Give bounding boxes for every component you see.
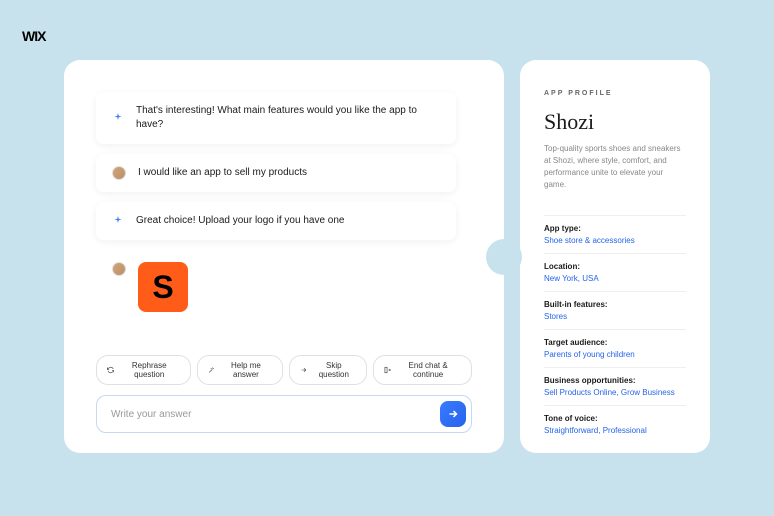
- field-value[interactable]: Sell Products Online, Grow Business: [544, 388, 686, 397]
- logo-upload-message: S: [96, 250, 456, 324]
- field-label: Location:: [544, 262, 686, 271]
- panel-notch: [486, 239, 522, 275]
- main-container: That's interesting! What main features w…: [64, 60, 710, 453]
- message-text: I would like an app to sell my products: [138, 166, 307, 180]
- profile-field-audience: Target audience: Parents of young childr…: [544, 329, 686, 367]
- profile-section-label: APP PROFILE: [544, 90, 686, 97]
- ai-message: That's interesting! What main features w…: [96, 92, 456, 144]
- arrow-right-icon: [447, 408, 459, 420]
- action-buttons-row: Rephrase question Help me answer Skip qu…: [96, 355, 472, 385]
- field-value[interactable]: Stores: [544, 312, 686, 321]
- wand-icon: [208, 366, 215, 374]
- field-value[interactable]: Shoe store & accessories: [544, 236, 686, 245]
- profile-panel: APP PROFILE Shozi Top-quality sports sho…: [520, 60, 710, 453]
- button-label: Help me answer: [219, 361, 272, 379]
- logo-letter: S: [152, 269, 173, 306]
- ai-message: Great choice! Upload your logo if you ha…: [96, 202, 456, 240]
- field-value[interactable]: Parents of young children: [544, 350, 686, 359]
- answer-input[interactable]: [111, 409, 432, 420]
- button-label: End chat & continue: [395, 361, 461, 379]
- profile-field-tone: Tone of voice: Straightforward, Professi…: [544, 405, 686, 443]
- profile-field-app-type: App type: Shoe store & accessories: [544, 215, 686, 253]
- field-label: Tone of voice:: [544, 414, 686, 423]
- chat-messages: That's interesting! What main features w…: [96, 92, 472, 355]
- button-label: Rephrase question: [118, 361, 180, 379]
- refresh-icon: [107, 366, 114, 374]
- end-chat-button[interactable]: End chat & continue: [373, 355, 472, 385]
- profile-title: Shozi: [544, 109, 686, 135]
- profile-field-features: Built-in features: Stores: [544, 291, 686, 329]
- profile-field-opportunities: Business opportunities: Sell Products On…: [544, 367, 686, 405]
- field-label: App type:: [544, 224, 686, 233]
- field-label: Built-in features:: [544, 300, 686, 309]
- profile-field-location: Location: New York, USA: [544, 253, 686, 291]
- sparkle-icon: [112, 215, 124, 227]
- message-text: That's interesting! What main features w…: [136, 104, 440, 132]
- sparkle-icon: [112, 112, 124, 124]
- field-label: Business opportunities:: [544, 376, 686, 385]
- help-button[interactable]: Help me answer: [197, 355, 283, 385]
- field-value[interactable]: New York, USA: [544, 274, 686, 283]
- button-label: Skip question: [312, 361, 356, 379]
- uploaded-logo[interactable]: S: [138, 262, 188, 312]
- exit-icon: [384, 366, 391, 374]
- skip-button[interactable]: Skip question: [289, 355, 366, 385]
- user-avatar-icon: [112, 166, 126, 180]
- user-message: I would like an app to sell my products: [96, 154, 456, 192]
- field-label: Target audience:: [544, 338, 686, 347]
- field-value[interactable]: Straightforward, Professional: [544, 426, 686, 435]
- chat-panel: That's interesting! What main features w…: [64, 60, 504, 453]
- skip-icon: [300, 366, 307, 374]
- answer-input-row: [96, 395, 472, 433]
- user-avatar-icon: [112, 262, 126, 276]
- profile-description: Top-quality sports shoes and sneakers at…: [544, 143, 686, 191]
- message-text: Great choice! Upload your logo if you ha…: [136, 214, 344, 228]
- rephrase-button[interactable]: Rephrase question: [96, 355, 191, 385]
- wix-logo: WIX: [22, 28, 45, 44]
- send-button[interactable]: [440, 401, 466, 427]
